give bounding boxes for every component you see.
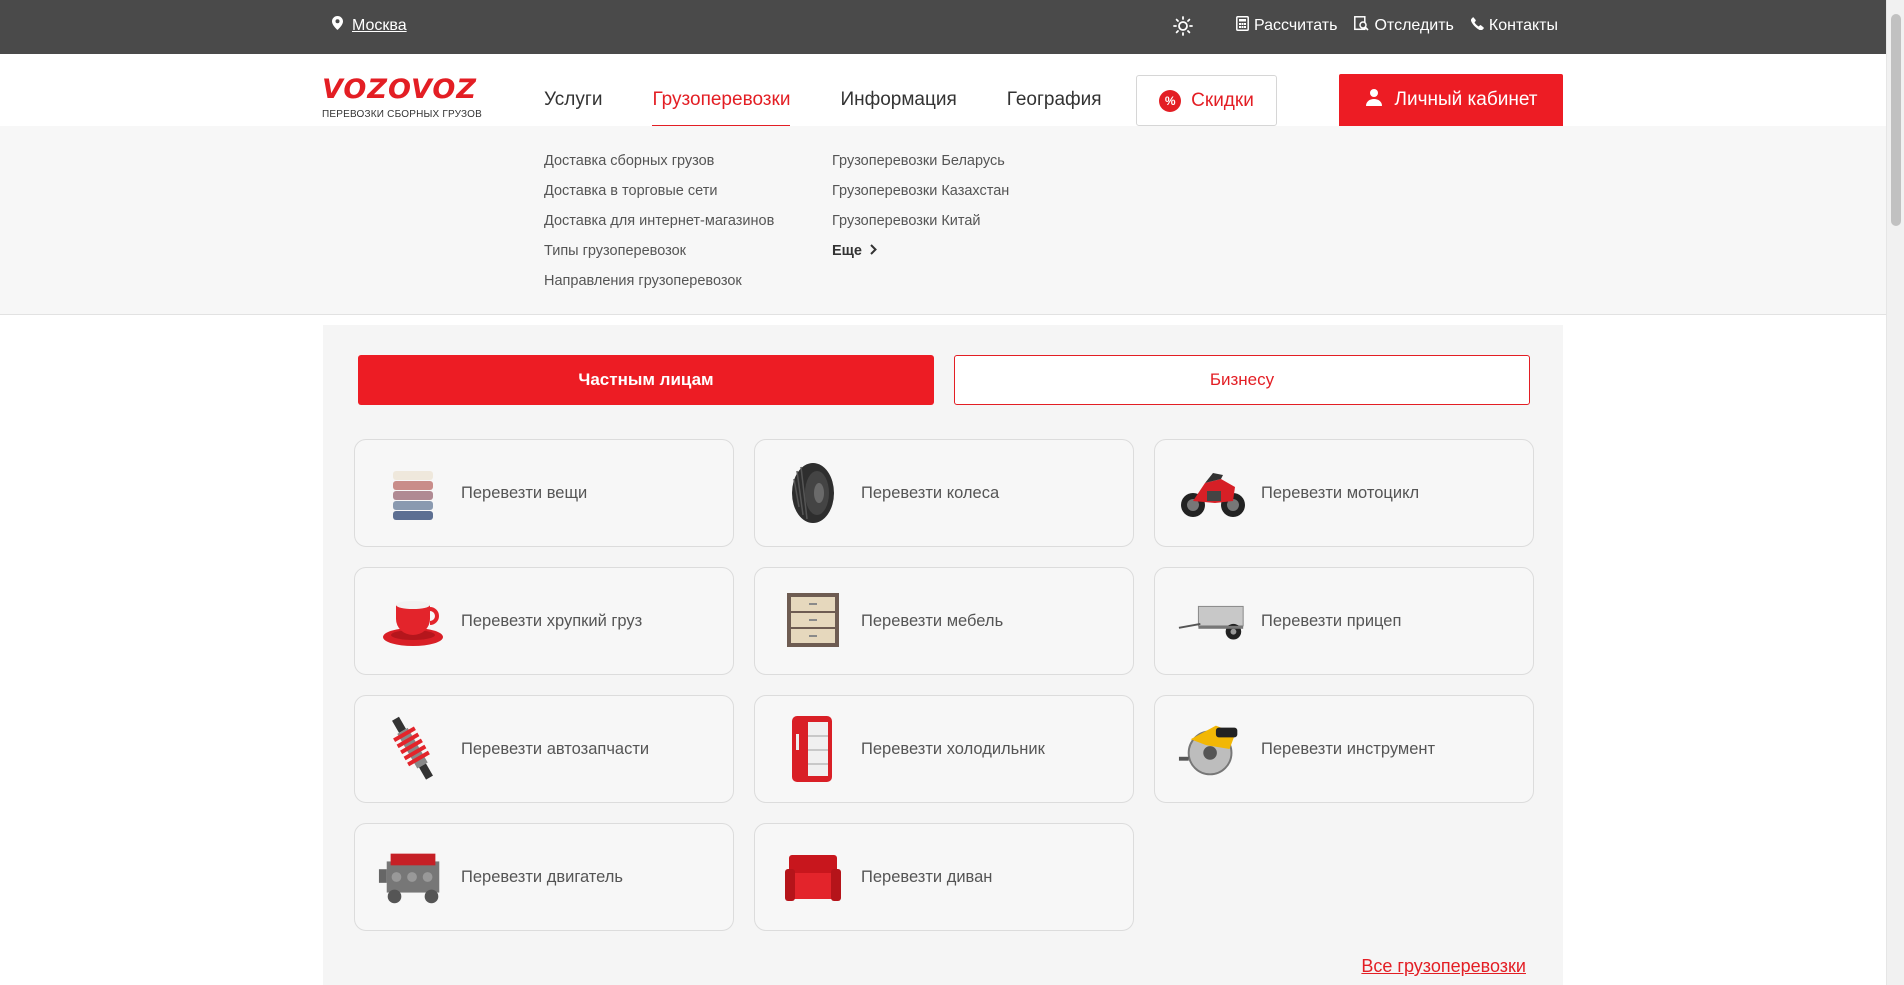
card-label: Перевезти хрупкий груз bbox=[461, 611, 643, 630]
tab-private-persons[interactable]: Частным лицам bbox=[358, 355, 934, 405]
freight-panel: Частным лицам Бизнесу Перевезти вещи Пер… bbox=[323, 325, 1563, 985]
card-label: Перевезти холодильник bbox=[861, 739, 1045, 758]
card-move-tool[interactable]: Перевезти инструмент bbox=[1154, 695, 1534, 803]
discounts-button[interactable]: % Скидки bbox=[1136, 75, 1277, 126]
card-move-engine[interactable]: Перевезти двигатель bbox=[354, 823, 734, 931]
card-label: Перевезти диван bbox=[861, 867, 993, 886]
tire-icon bbox=[777, 457, 849, 529]
submenu-column-1: Доставка сборных грузов Доставка в торго… bbox=[544, 146, 774, 296]
card-move-autoparts[interactable]: Перевезти автозапчасти bbox=[354, 695, 734, 803]
card-label: Перевезти двигатель bbox=[461, 867, 624, 886]
submenu-item[interactable]: Доставка для интернет-магазинов bbox=[544, 206, 774, 236]
calculator-icon bbox=[1236, 16, 1249, 36]
phone-icon bbox=[1470, 17, 1484, 35]
main-nav: Услуги Грузоперевозки Информация Географ… bbox=[544, 89, 1102, 128]
nav-services[interactable]: Услуги bbox=[544, 89, 602, 128]
submenu-item[interactable]: Доставка в торговые сети bbox=[544, 176, 774, 206]
chevron-right-icon bbox=[870, 236, 877, 266]
dresser-icon bbox=[777, 585, 849, 657]
card-move-motorcycle[interactable]: Перевезти мотоцикл bbox=[1154, 439, 1534, 547]
towels-icon bbox=[377, 457, 449, 529]
tab-business[interactable]: Бизнесу bbox=[954, 355, 1530, 405]
trailer-icon bbox=[1177, 585, 1249, 657]
circular-saw-icon bbox=[1177, 713, 1249, 785]
sofa-icon bbox=[777, 841, 849, 913]
user-icon bbox=[1365, 88, 1383, 112]
location-pin-icon bbox=[332, 16, 343, 35]
card-move-fragile[interactable]: Перевезти хрупкий груз bbox=[354, 567, 734, 675]
personal-account-button[interactable]: Личный кабинет bbox=[1339, 74, 1563, 126]
card-move-things[interactable]: Перевезти вещи bbox=[354, 439, 734, 547]
personal-account-label: Личный кабинет bbox=[1394, 89, 1538, 110]
engine-icon bbox=[377, 841, 449, 913]
submenu-more-link[interactable]: Еще bbox=[832, 236, 1009, 266]
city-name[interactable]: Москва bbox=[352, 17, 407, 35]
fridge-icon bbox=[777, 713, 849, 785]
sun-icon[interactable] bbox=[1173, 16, 1193, 36]
all-freight-link[interactable]: Все грузоперевозки bbox=[1361, 956, 1526, 977]
card-move-wheels[interactable]: Перевезти колеса bbox=[754, 439, 1134, 547]
logo-tagline: ПЕРЕВОЗКИ СБОРНЫХ ГРУЗОВ bbox=[322, 109, 482, 120]
track-label: Отследить bbox=[1374, 17, 1454, 34]
card-move-fridge[interactable]: Перевезти холодильник bbox=[754, 695, 1134, 803]
nav-information[interactable]: Информация bbox=[840, 89, 956, 128]
card-label: Перевезти автозапчасти bbox=[461, 739, 650, 758]
top-bar: Москва Рассчитать Отследить Контакты bbox=[0, 0, 1886, 54]
submenu-item[interactable]: Доставка сборных грузов bbox=[544, 146, 774, 176]
card-move-furniture[interactable]: Перевезти мебель bbox=[754, 567, 1134, 675]
more-label: Еще bbox=[832, 243, 862, 259]
card-label: Перевезти прицеп bbox=[1261, 611, 1402, 630]
contacts-link[interactable]: Контакты bbox=[1470, 17, 1558, 35]
card-label: Перевезти колеса bbox=[861, 483, 1000, 502]
card-label: Перевезти мебель bbox=[861, 611, 1004, 630]
track-link[interactable]: Отследить bbox=[1354, 16, 1454, 36]
main-header: VOZOVOZ ПЕРЕВОЗКИ СБОРНЫХ ГРУЗОВ Услуги … bbox=[0, 54, 1886, 128]
submenu-item[interactable]: Грузоперевозки Казахстан bbox=[832, 176, 1009, 206]
card-move-trailer[interactable]: Перевезти прицеп bbox=[1154, 567, 1534, 675]
site-logo[interactable]: VOZOVOZ ПЕРЕВОЗКИ СБОРНЫХ ГРУЗОВ bbox=[322, 76, 482, 120]
discounts-label: Скидки bbox=[1191, 89, 1254, 111]
city-selector[interactable]: Москва bbox=[332, 16, 407, 35]
card-label: Перевезти вещи bbox=[461, 483, 588, 502]
card-label: Перевезти мотоцикл bbox=[1261, 483, 1420, 502]
percent-badge-icon: % bbox=[1159, 89, 1182, 112]
track-search-icon bbox=[1354, 16, 1370, 36]
scrollbar-thumb[interactable] bbox=[1891, 14, 1901, 226]
submenu-item[interactable]: Направления грузоперевозок bbox=[544, 266, 774, 296]
freight-dropdown-menu: Доставка сборных грузов Доставка в торго… bbox=[0, 126, 1886, 315]
motorcycle-icon bbox=[1177, 457, 1249, 529]
nav-geography[interactable]: География bbox=[1007, 89, 1102, 128]
submenu-item[interactable]: Типы грузоперевозок bbox=[544, 236, 774, 266]
shock-absorber-icon bbox=[377, 713, 449, 785]
submenu-item[interactable]: Грузоперевозки Китай bbox=[832, 206, 1009, 236]
calculate-label: Рассчитать bbox=[1253, 17, 1338, 34]
contacts-label: Контакты bbox=[1488, 17, 1558, 34]
nav-freight[interactable]: Грузоперевозки bbox=[652, 89, 791, 128]
logo-brand: VOZOVOZ bbox=[322, 74, 477, 105]
submenu-item[interactable]: Грузоперевозки Беларусь bbox=[832, 146, 1009, 176]
submenu-column-2: Грузоперевозки Беларусь Грузоперевозки К… bbox=[832, 146, 1009, 266]
calculate-link[interactable]: Рассчитать bbox=[1236, 16, 1338, 36]
cup-icon bbox=[377, 585, 449, 657]
page-scrollbar[interactable] bbox=[1886, 0, 1904, 985]
card-move-sofa[interactable]: Перевезти диван bbox=[754, 823, 1134, 931]
card-label: Перевезти инструмент bbox=[1261, 739, 1436, 758]
